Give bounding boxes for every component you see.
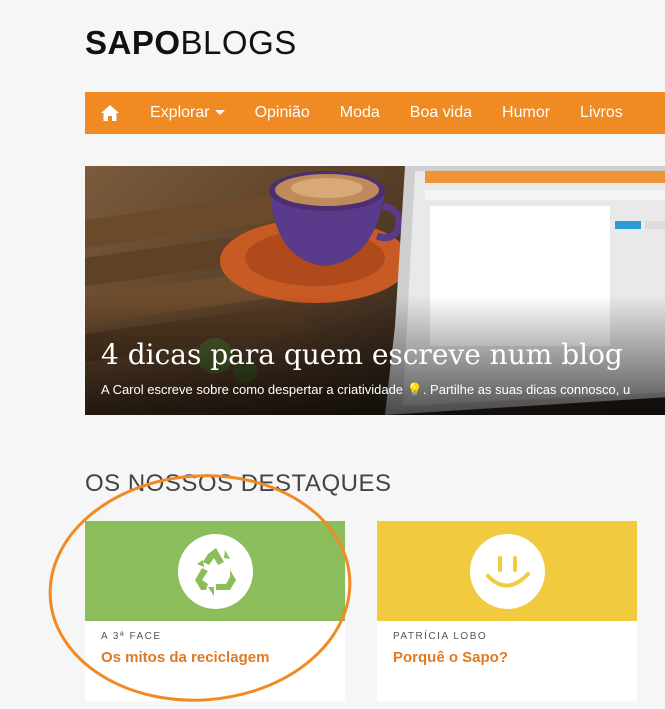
card-title[interactable]: Porquê o Sapo? (393, 649, 508, 666)
hero-subtitle: A Carol escreve sobre como despertar a c… (101, 382, 631, 397)
card-title[interactable]: Os mitos da reciclagem (101, 649, 269, 666)
card-icon-circle (470, 534, 545, 609)
nav-item-explorar[interactable]: Explorar (135, 92, 240, 134)
card-author[interactable]: A 3ª FACE (101, 631, 162, 642)
nav-item-livros[interactable]: Livros (565, 92, 638, 134)
card-author[interactable]: PATRÍCIA LOBO (393, 631, 487, 642)
section-title: OS NOSSOS DESTAQUES (85, 470, 392, 497)
hero-banner[interactable]: 4 dicas para quem escreve num blog A Car… (85, 166, 665, 415)
recycle-icon (195, 548, 236, 596)
sapo-blogs-logo[interactable]: SAPOBLOGS (85, 24, 297, 62)
logo-bold: SAPO (85, 24, 181, 61)
smiley-icon (486, 556, 530, 588)
nav-item-boa-vida[interactable]: Boa vida (395, 92, 487, 134)
nav-item-moda[interactable]: Moda (325, 92, 395, 134)
nav-item-opiniao[interactable]: Opinião (240, 92, 325, 134)
featured-card-reciclagem[interactable]: A 3ª FACE Os mitos da reciclagem (85, 521, 345, 701)
card-header (377, 521, 637, 621)
card-header (85, 521, 345, 621)
logo-light: BLOGS (180, 24, 297, 61)
home-icon (101, 105, 119, 121)
main-nav: Explorar Opinião Moda Boa vida Humor Liv… (85, 92, 665, 134)
hero-title[interactable]: 4 dicas para quem escreve num blog (101, 338, 623, 371)
nav-item-label: Explorar (150, 104, 210, 121)
nav-home[interactable] (85, 92, 135, 134)
nav-item-humor[interactable]: Humor (487, 92, 565, 134)
card-icon-circle (178, 534, 253, 609)
chevron-down-icon (214, 110, 225, 116)
featured-card-sapo[interactable]: PATRÍCIA LOBO Porquê o Sapo? (377, 521, 637, 701)
